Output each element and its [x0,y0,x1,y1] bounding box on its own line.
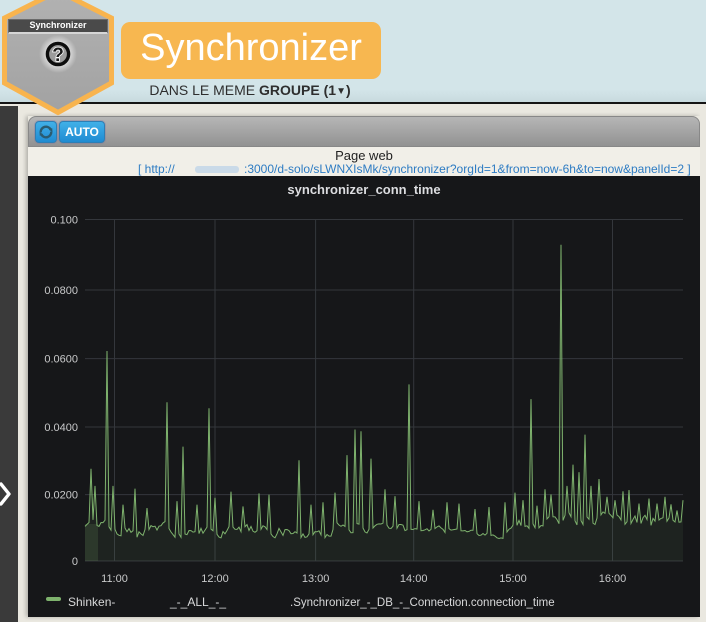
svg-text:16:00: 16:00 [599,573,627,585]
svg-text:0.100: 0.100 [50,215,78,227]
svg-text:_-_ALL_-_: _-_ALL_-_ [169,595,226,609]
svg-text:?: ? [52,45,64,66]
svg-text:15:00: 15:00 [499,573,527,585]
svg-text:0.0400: 0.0400 [44,422,78,434]
svg-text:11:00: 11:00 [101,573,128,585]
svg-text:13:00: 13:00 [302,573,330,585]
svg-text:0.0600: 0.0600 [44,354,78,366]
svg-text:0: 0 [72,556,78,568]
svg-text:0.0800: 0.0800 [44,285,78,297]
svg-text:.Synchronizer_-_DB_-_Connectio: .Synchronizer_-_DB_-_Connection.connecti… [290,597,555,609]
svg-text:12:00: 12:00 [201,573,229,585]
svg-text:14:00: 14:00 [400,573,428,585]
svg-text:0.0200: 0.0200 [44,490,78,502]
svg-text:Shinken-: Shinken- [68,595,115,609]
svg-text:synchronizer_conn_time: synchronizer_conn_time [287,182,440,197]
